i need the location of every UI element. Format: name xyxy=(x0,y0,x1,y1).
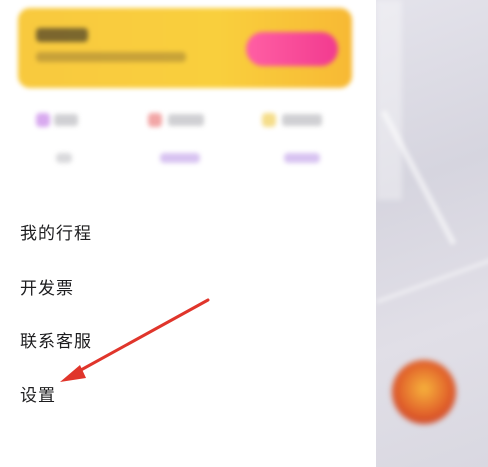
side-drawer: 我的行程 开发票 联系客服 设置 xyxy=(0,0,376,467)
menu-item-invoice[interactable]: 开发票 xyxy=(20,277,74,301)
menu-item-settings[interactable]: 设置 xyxy=(20,384,56,408)
menu-item-my-trips[interactable]: 我的行程 xyxy=(20,222,92,246)
overlay-panel-blurred xyxy=(376,0,402,200)
menu-item-customer-service[interactable]: 联系客服 xyxy=(20,330,92,354)
quick-entry-3-label-blurred xyxy=(282,114,322,126)
yellow-icon xyxy=(262,113,276,127)
quick-entry-3-sub-blurred xyxy=(284,153,320,163)
dimmed-map-background[interactable] xyxy=(376,0,488,467)
promo-badge-icon[interactable] xyxy=(392,360,456,424)
app-screen: 我的行程 开发票 联系客服 设置 xyxy=(0,0,488,467)
quick-entry-3[interactable] xyxy=(0,0,376,180)
map-road-blurred-2 xyxy=(376,252,488,304)
